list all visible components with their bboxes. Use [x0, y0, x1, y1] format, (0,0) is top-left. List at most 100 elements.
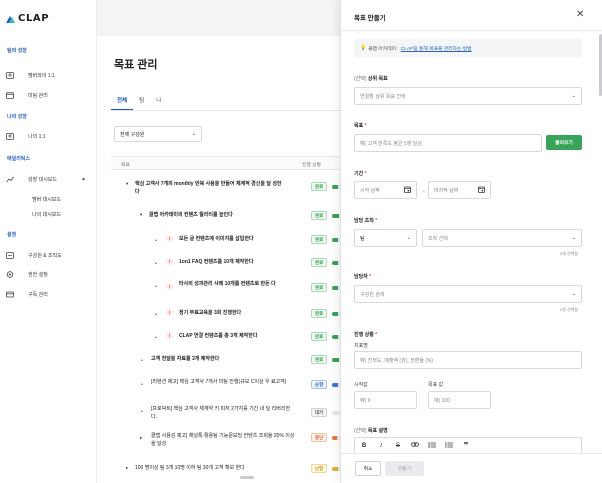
status-badge: 난항: [311, 464, 328, 473]
sidebar-item-label: 구성원 & 조직도: [28, 252, 62, 259]
sidebar-item-label: 나의 1:1: [28, 133, 46, 140]
chevron-right-icon[interactable]: ▸: [140, 435, 142, 441]
period-label: 기간 *: [354, 171, 367, 177]
sidebar-item-permissions[interactable]: 권한 설정: [6, 268, 92, 280]
sidebar-item-growth-dashboard[interactable]: 성장 대시보드 ▲: [6, 173, 92, 185]
metric-input[interactable]: 예) 진척도, 매출액 (원), 전환율 (%): [354, 351, 582, 369]
drawer-title: 목표 만들기: [354, 15, 386, 22]
goal-tabs: 전체 팀 나: [111, 94, 167, 110]
editor-toolbar: B I S ❞: [354, 437, 582, 453]
trend-icon: [6, 176, 14, 183]
chevron-down-icon[interactable]: ▾: [126, 181, 128, 187]
sidebar-item-meeting[interactable]: 미팅 관리: [6, 89, 92, 101]
academy-info-banner: 💡 클랩 아카데미 : CLAP팀 통해 목표를 관리하는 방법: [354, 39, 582, 57]
sidebar-item-member-1on1[interactable]: 멤버와의 1:1: [6, 69, 92, 81]
goal-input[interactable]: 예) 고객 만족도 평균 5점 달성: [354, 134, 542, 152]
clap-logo-icon: [6, 14, 15, 23]
goal-title[interactable]: 타사의 성과관리 사례 10개를 컨텐츠로 만든 다: [179, 281, 291, 289]
section-title-team-growth: 팀의 성장: [7, 48, 27, 54]
bold-icon[interactable]: B: [360, 443, 368, 449]
bullet-list-icon[interactable]: [428, 441, 436, 450]
status-badge: 완료: [311, 235, 328, 244]
section-title-my-growth: 나의 성장: [7, 114, 27, 120]
clap-logo[interactable]: CLAP: [6, 12, 49, 24]
load-goal-button[interactable]: 불러오기: [546, 135, 582, 150]
drawer-footer: 취소 만들기: [341, 453, 602, 483]
goal-title[interactable]: 모든 글 컨텐츠에 이미지를 삽입한다: [179, 236, 289, 244]
tab-team[interactable]: 팀: [133, 94, 150, 110]
tab-me[interactable]: 나: [150, 94, 167, 110]
people-icon: [6, 132, 14, 140]
tab-all[interactable]: 전체: [111, 94, 134, 110]
close-icon[interactable]: ✕: [576, 9, 584, 20]
status-badge: 완료: [311, 309, 328, 318]
goal-title[interactable]: 정기 무료교육을 3회 진행한다: [179, 310, 289, 318]
owner-selected-count: 0명 선택됨: [560, 307, 579, 312]
italic-icon[interactable]: I: [377, 443, 385, 449]
member-filter-value: 전체 구성원: [120, 131, 145, 138]
page-title: 목표 관리: [114, 59, 158, 71]
create-button[interactable]: 만들기: [385, 461, 424, 476]
end-date-input[interactable]: 마지막 날짜: [428, 181, 491, 199]
member-filter-select[interactable]: 전체 구성원 ⌄: [114, 126, 202, 142]
goal-title[interactable]: 핵심 고객사 7개의 monthly 반복 사용을 만들어 체계적 경신을 달 …: [135, 181, 285, 196]
chevron-down-icon[interactable]: ▾: [140, 212, 142, 218]
parent-goal-select[interactable]: 연결할 상위 목표 선택 ⌄: [354, 87, 582, 105]
goal-title[interactable]: 클랩 사용성 제고] 채널톡 활용팀 기능문보딩 컨텐츠 조회율 20% 이상을…: [151, 433, 296, 448]
target-value-input[interactable]: 예) 100: [428, 391, 491, 409]
quote-icon[interactable]: ❞: [462, 441, 470, 450]
start-value-input[interactable]: 예) 0: [354, 391, 417, 409]
chevron-down-icon: ⌄: [571, 235, 576, 241]
clap-logo-text: CLAP: [18, 12, 50, 24]
cancel-button[interactable]: 취소: [355, 461, 381, 476]
goal-title[interactable]: 클랩 아카데미의 컨텐츠 퀄리티를 높인다: [149, 212, 289, 220]
status-badge: 완료: [311, 283, 328, 292]
parent-goal-label: (선택) 상위 목표: [354, 76, 388, 82]
sidebar-item-label: 미팅 관리: [28, 92, 48, 99]
alert-icon: !: [166, 332, 173, 339]
section-title-settings: 설정: [7, 232, 17, 238]
column-header-goal: 목표: [121, 163, 130, 168]
alert-icon: !: [166, 235, 173, 242]
calendar-icon[interactable]: [404, 186, 411, 195]
calendar-icon: [6, 91, 14, 99]
academy-guide-link[interactable]: CLAP팀 통해 목표를 관리하는 방법: [401, 45, 472, 52]
org-select[interactable]: 조직 선택 ⌄: [422, 229, 582, 247]
main-horizontal-scrollbar[interactable]: [240, 476, 254, 479]
org-type-select[interactable]: 팀 ⌄: [354, 229, 417, 247]
sidebar-item-my-1on1[interactable]: 나의 1:1: [6, 130, 92, 142]
goal-title[interactable]: 1on1 FAQ 컨텐츠를 10개 제작한다: [179, 259, 289, 267]
people-icon: [6, 71, 14, 79]
goal-label: 목표 *: [354, 123, 367, 129]
status-badge: 대기: [311, 408, 328, 417]
goal-title[interactable]: 100 명이상 팀 3개 10명 이하 팀 30개 고객 확보 한다: [135, 465, 295, 473]
start-date-input[interactable]: 시작 날짜: [354, 181, 417, 199]
goal-title[interactable]: 고객 전달을 자료를 3개 제작한다: [151, 356, 291, 364]
section-title-analytics: 애널리틱스: [7, 156, 31, 162]
goal-title[interactable]: CLAP 연결 컨텐츠를 총 3개 제작한다: [179, 333, 289, 341]
calendar-icon[interactable]: [478, 186, 485, 195]
alert-icon: !: [166, 283, 173, 290]
sidebar-item-subscription[interactable]: 구독 관리: [6, 288, 92, 300]
sidebar-item-label: 성장 대시보드: [28, 176, 57, 183]
owner-select[interactable]: 구성원 검색 ⌄: [354, 285, 582, 303]
sidebar-subitem-member-dashboard[interactable]: 멤버 대시보드: [32, 196, 61, 203]
numbered-list-icon[interactable]: [445, 441, 453, 450]
metric-label: 지표명: [354, 343, 368, 349]
status-badge: 중단: [311, 433, 328, 442]
chevron-up-icon[interactable]: ▲: [81, 176, 86, 182]
sidebar-item-members-org[interactable]: 구성원 & 조직도: [6, 249, 92, 261]
sidebar-subitem-my-dashboard[interactable]: 나의 대시보드: [32, 211, 61, 218]
chevron-down-icon: ⌄: [571, 93, 576, 99]
goal-title[interactable]: [프로덕트] 핵심 고객사 체계약 키 피처 2가지를 기간 내 딜 리버리한다…: [151, 406, 296, 421]
status-badge: 완료: [311, 258, 328, 267]
goal-title[interactable]: [리텐션 제고] 핵심 고객사 7개사 미팅 진행(규모 C이상 우 료고객): [151, 379, 296, 387]
status-badge: 순항: [311, 380, 328, 389]
chevron-down-icon: ⌄: [571, 291, 576, 297]
start-value-label: 시작값: [354, 382, 368, 388]
target-value-label: 목표 값: [428, 382, 444, 388]
drawer-divider: [341, 30, 602, 31]
chevron-right-icon[interactable]: ▸: [126, 465, 128, 471]
link-icon[interactable]: [411, 442, 419, 449]
strikethrough-icon[interactable]: S: [394, 443, 402, 449]
